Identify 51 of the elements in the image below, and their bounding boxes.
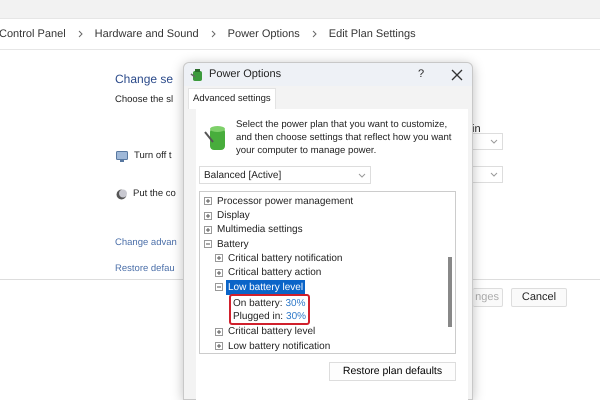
- collapse-icon[interactable]: [204, 240, 212, 248]
- chevron-icon: [210, 30, 216, 38]
- breadcrumb-link[interactable]: Hardware and Sound: [94, 26, 199, 42]
- expand-icon[interactable]: [204, 226, 212, 234]
- cancel-button[interactable]: Cancel: [511, 288, 567, 307]
- tree-item[interactable]: Critical battery level: [226, 324, 318, 340]
- expand-icon[interactable]: [204, 212, 212, 220]
- chevron-icon: [490, 139, 498, 144]
- setting-value-link[interactable]: 30%: [286, 309, 306, 323]
- tree-item[interactable]: Processor power management: [215, 194, 356, 209]
- chevron-icon: [490, 172, 498, 177]
- tree-item[interactable]: Battery: [215, 236, 251, 252]
- tree-item[interactable]: Low battery level: [226, 280, 306, 294]
- battery-plug-icon: [190, 68, 204, 82]
- breadcrumb-link[interactable]: Power Options: [228, 26, 300, 42]
- settings-tab[interactable]: Advanced settings: [188, 88, 276, 110]
- settings-link[interactable]: Change advan: [115, 236, 177, 250]
- restore-defaults-button[interactable]: Restore plan defaults: [329, 362, 456, 382]
- page-subtitle: Choose the sl: [115, 93, 174, 107]
- tree-item[interactable]: Multimedia settings: [215, 222, 305, 238]
- expand-icon[interactable]: [204, 197, 212, 206]
- expand-icon[interactable]: [215, 268, 223, 277]
- moon-icon: [116, 188, 127, 200]
- help-button[interactable]: ?: [411, 66, 431, 83]
- setting-name: On battery:: [233, 297, 282, 310]
- setting-label: Turn off t: [134, 149, 172, 164]
- dropdown-field[interactable]: [470, 166, 503, 183]
- dialog-title: Power Options: [209, 67, 282, 82]
- page-title: Change se: [115, 71, 174, 88]
- scrollbar-thumb[interactable]: [448, 257, 452, 328]
- dropdown-field[interactable]: [470, 133, 503, 150]
- description-text: Select the power plan that you want to customize, and then choose settings that reflect how you want your computer to manage power.: [236, 119, 452, 158]
- breadcrumb-link[interactable]: Edit Plan Settings: [328, 26, 416, 42]
- collapse-icon[interactable]: [215, 282, 223, 291]
- tree-item[interactable]: Critical battery action: [226, 265, 324, 280]
- close-icon[interactable]: [450, 68, 464, 82]
- setting-name: Plugged in:: [233, 310, 284, 323]
- setting-label: Put the co: [133, 187, 176, 202]
- tree-item[interactable]: Critical battery notification: [226, 250, 344, 266]
- tree-item[interactable]: Display: [215, 208, 252, 224]
- tree-item[interactable]: Low battery notification: [226, 338, 332, 354]
- monitor-icon: [116, 150, 128, 162]
- expand-icon[interactable]: [215, 342, 223, 350]
- setting-value-link[interactable]: 30%: [285, 296, 306, 310]
- expand-icon[interactable]: [215, 328, 223, 336]
- settings-link[interactable]: Restore defau: [115, 262, 175, 276]
- expand-icon[interactable]: [215, 254, 223, 262]
- chevron-icon: [312, 30, 317, 38]
- plan-dropdown[interactable]: Balanced [Active]: [199, 166, 371, 184]
- chevron-icon: [358, 172, 366, 178]
- chevron-icon: [78, 30, 83, 38]
